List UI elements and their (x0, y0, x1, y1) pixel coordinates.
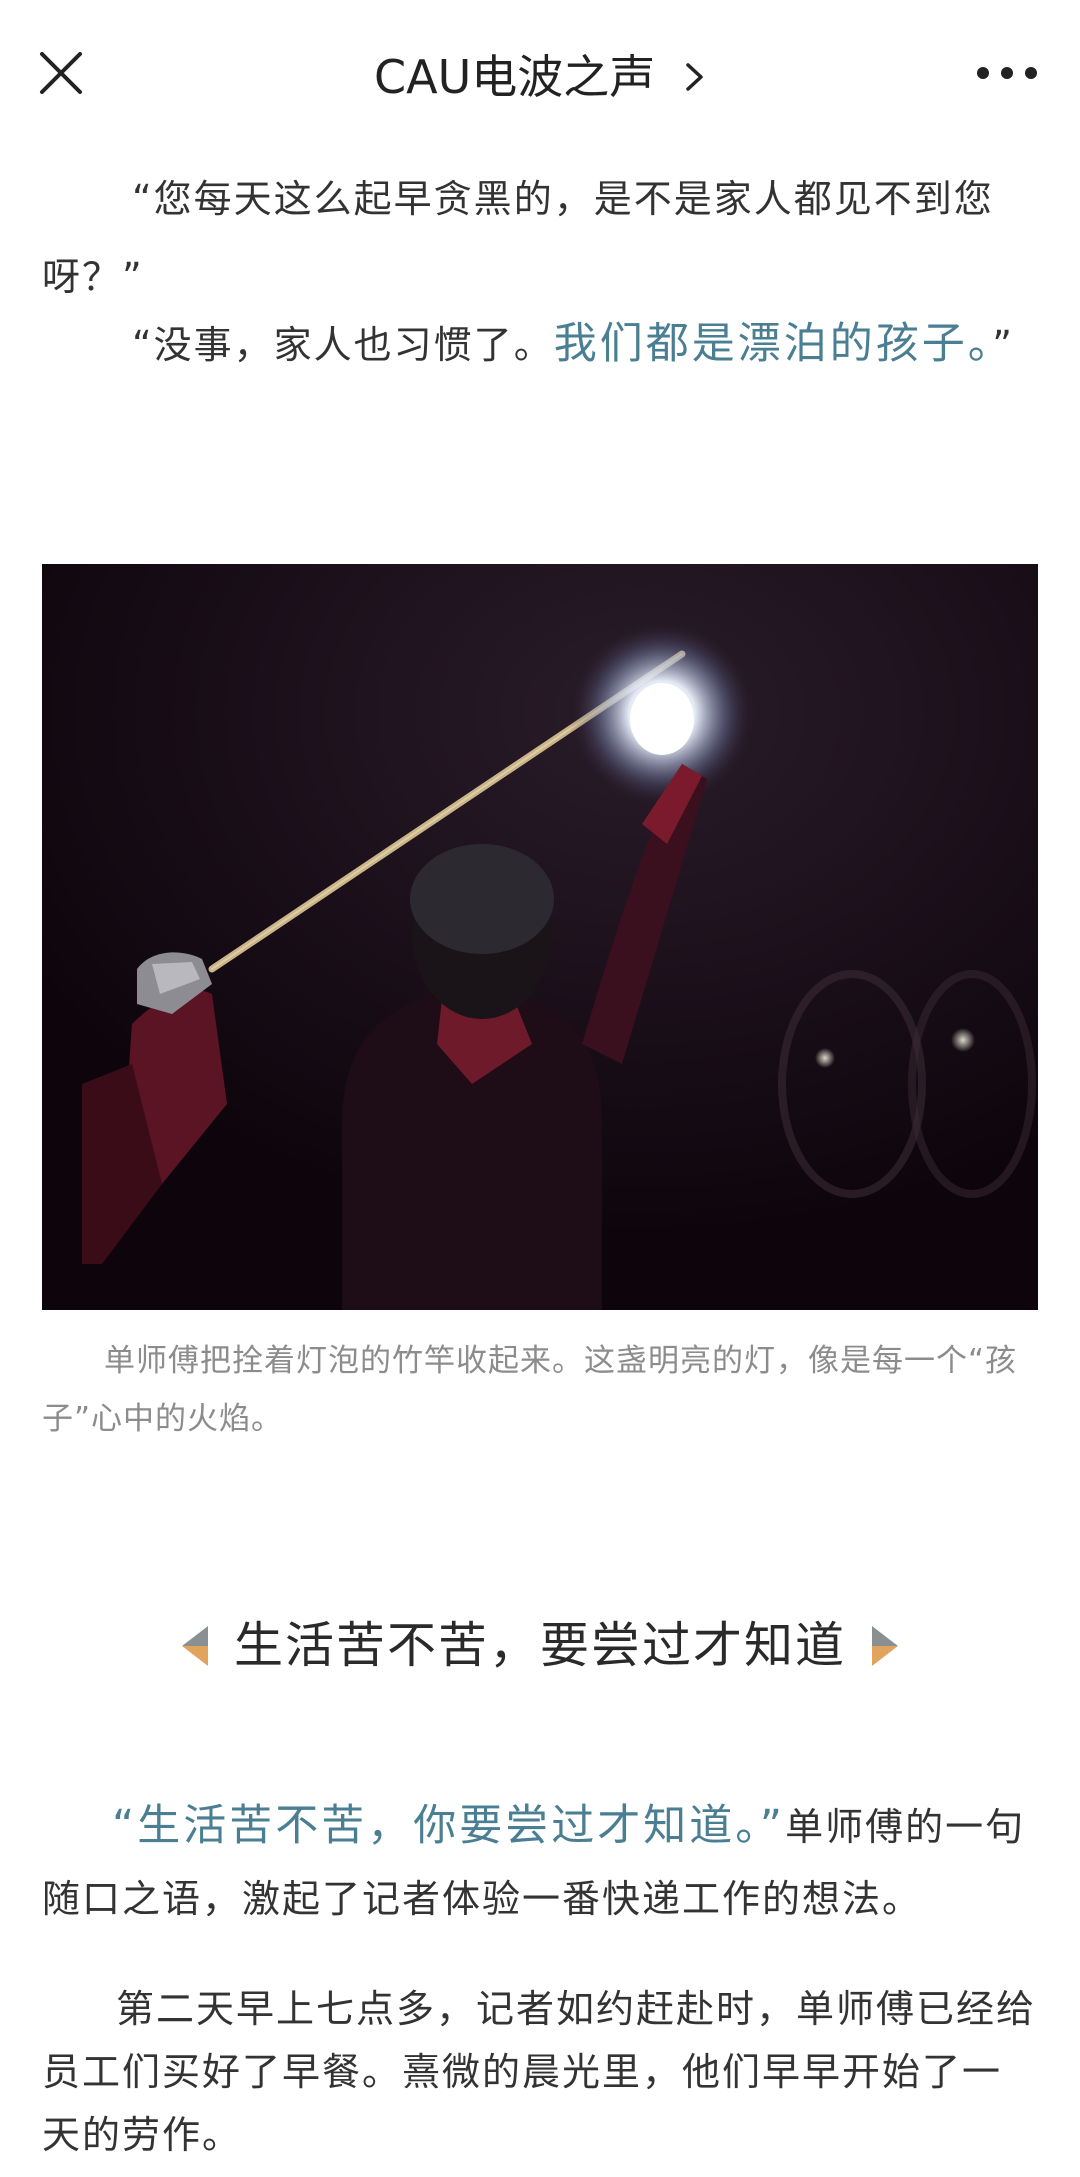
dialog-answer: “没事，家人也习惯了。我们都是漂泊的孩子。” (132, 319, 1014, 369)
top-bar: CAU电波之声 (0, 0, 1080, 150)
chevron-right-icon (686, 62, 703, 91)
section-heading: 生活苦不苦，要尝过才知道 (0, 1608, 1080, 1681)
section-title: 生活苦不苦，要尝过才知道 (233, 1616, 846, 1674)
paragraph-1-highlight: “生活苦不苦，你要尝过才知道。” (112, 1801, 786, 1851)
account-title[interactable]: CAU电波之声 (374, 44, 655, 110)
triangle-left-icon (182, 1625, 209, 1666)
paragraph-2: 第二天早上七点多，记者如约赶赴时，单师傅已经给员工们买好了早餐。熹微的晨光里，他… (42, 1987, 1037, 2157)
article-photo (42, 564, 1038, 1310)
paragraph-1: “生活苦不苦，你要尝过才知道。”单师傅的一句随口之语，激起了记者体验一番快递工作… (42, 1801, 1026, 1921)
dialog-question: “您每天这么起早贪黑的，是不是家人都见不到您呀？” (42, 177, 994, 299)
more-dots-icon[interactable] (974, 62, 1040, 84)
triangle-right-icon (871, 1625, 898, 1666)
photo-caption: 单师傅把拴着灯泡的竹竿收起来。这盏明亮的灯，像是每一个“孩子”心中的火焰。 (42, 1343, 1018, 1437)
account-title-link[interactable]: CAU电波之声 (0, 40, 1080, 110)
dialog-answer-highlight: 我们都是漂泊的孩子。 (553, 319, 993, 369)
